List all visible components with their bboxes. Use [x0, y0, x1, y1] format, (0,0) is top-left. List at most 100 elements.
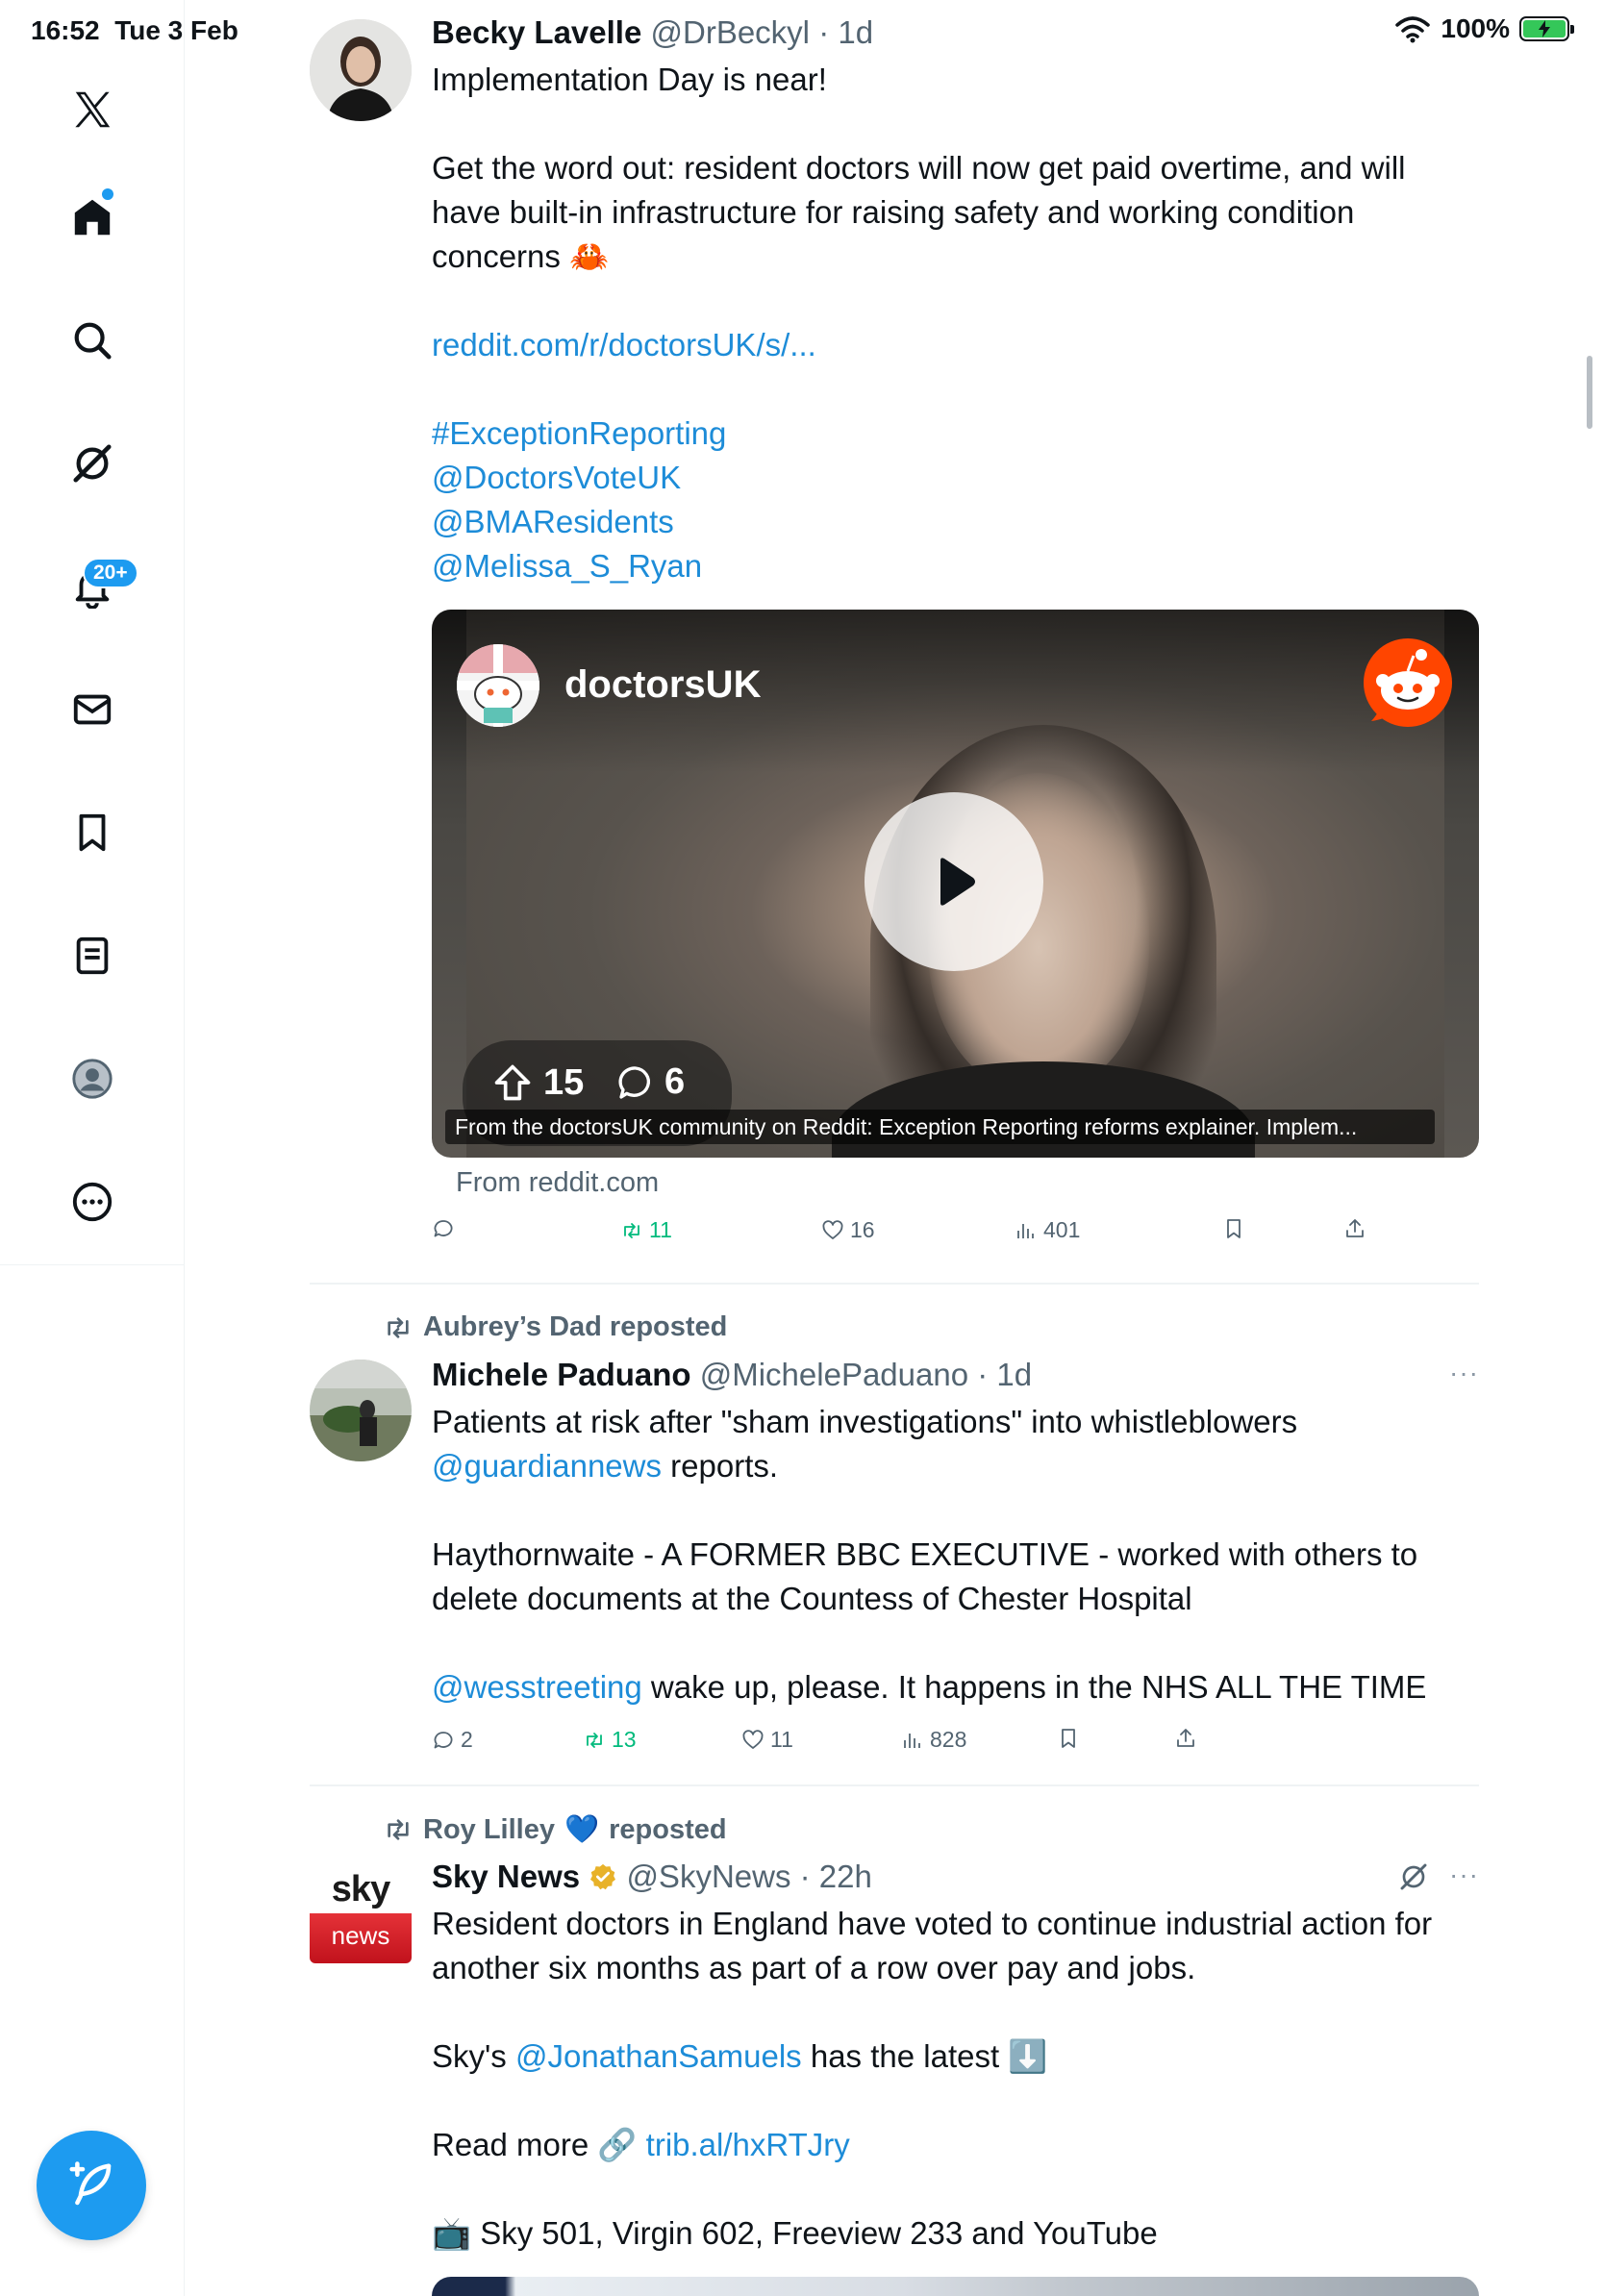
profile-avatar-icon[interactable] — [60, 1046, 125, 1111]
reposted-by-name[interactable]: Roy Lilley — [423, 1814, 555, 1846]
tweet-link[interactable]: trib.al/hxRTJry — [646, 2127, 850, 2162]
reply-button[interactable]: 2 — [432, 1727, 473, 1753]
sky-logo-text: sky — [331, 1869, 390, 1909]
play-icon — [940, 858, 975, 906]
lists-icon[interactable] — [60, 923, 125, 988]
heart-icon — [822, 1219, 843, 1239]
bookmark-button[interactable] — [1057, 1727, 1080, 1750]
bookmark-button[interactable] — [1222, 1217, 1245, 1240]
reply-icon — [434, 1220, 453, 1237]
tweet-text: Patients at risk after "sham investigati… — [432, 1400, 1479, 1710]
grok-icon[interactable] — [60, 431, 125, 496]
repost-count: 11 — [649, 1217, 672, 1242]
tweet-header: Michele Paduano @MichelePaduano · 1d — [432, 1356, 1479, 1394]
compose-feather-icon — [69, 2161, 112, 2206]
tweet-text: Implementation Day is near! Get the word… — [432, 58, 1479, 588]
author-handle[interactable]: @MichelePaduano — [700, 1357, 968, 1392]
mention-link[interactable]: @Melissa_S_Ryan — [432, 544, 1479, 588]
views-button[interactable]: 828 — [901, 1727, 966, 1753]
tweet-text-line: has the latest ⬇️ — [801, 2038, 1048, 2074]
author-name[interactable]: Michele Paduano — [432, 1357, 691, 1392]
comment-count: 6 — [664, 1061, 686, 1102]
repost-button[interactable]: 11 — [620, 1217, 672, 1243]
reposted-by[interactable]: Aubrey’s Dad reposted — [383, 1311, 727, 1343]
tweet-text-line: 📺 Sky 501, Virgin 602, Freeview 233 and … — [432, 2215, 1158, 2251]
subreddit-name: doctorsUK — [564, 663, 762, 706]
reposted-suffix: reposted — [609, 1813, 727, 1845]
compose-post-button[interactable] — [37, 2131, 146, 2240]
author-handle[interactable]: @SkyNews — [626, 1859, 790, 1894]
tweet-text-line: Patients at risk after "sham investigati… — [432, 1404, 1298, 1439]
tweet-media-image[interactable] — [432, 2277, 1479, 2296]
repost-count: 13 — [612, 1727, 637, 1752]
share-button[interactable] — [1174, 1727, 1197, 1750]
reply-button[interactable] — [432, 1217, 461, 1240]
tweet-actions: 2 13 11 828 — [432, 1727, 1479, 1765]
left-sidebar: 20+ — [0, 0, 185, 1265]
author-name[interactable]: Sky News — [432, 1859, 580, 1894]
like-count: 16 — [850, 1217, 875, 1242]
mention-link[interactable]: @wesstreeting — [432, 1669, 642, 1705]
repost-icon — [587, 1732, 602, 1748]
status-bar: 16:52 Tue 3 Feb 100% — [0, 0, 1604, 62]
tweet-text-line: have built-in infrastructure for raising… — [432, 194, 1355, 230]
mention-link[interactable]: @DoctorsVoteUK — [432, 456, 1479, 500]
x-logo-icon[interactable] — [60, 77, 125, 142]
mention-link[interactable]: @JonathanSamuels — [515, 2038, 802, 2074]
reposted-by[interactable]: Roy Lilley 💙 reposted — [383, 1813, 727, 1846]
share-button[interactable] — [1343, 1217, 1366, 1240]
share-icon — [1346, 1219, 1364, 1237]
like-button[interactable]: 11 — [741, 1727, 793, 1753]
more-options-button[interactable]: ··· — [1449, 1358, 1479, 1388]
upvote-count: 15 — [543, 1061, 585, 1103]
repost-icon — [624, 1222, 639, 1238]
tweet-text-line: concerns 🦀 — [432, 238, 610, 274]
status-right: 100% — [1394, 13, 1574, 44]
views-button[interactable]: 401 — [1015, 1217, 1080, 1243]
search-icon[interactable] — [60, 308, 125, 373]
tweet-text-line: wake up, please. It happens in the NHS A… — [641, 1669, 1427, 1705]
play-button[interactable] — [865, 792, 1043, 971]
verified-gold-badge-icon — [590, 1863, 616, 1890]
bookmarks-icon[interactable] — [60, 800, 125, 865]
tweet-text-line: reports. — [661, 1448, 779, 1484]
home-icon[interactable] — [60, 185, 125, 250]
like-count: 11 — [770, 1727, 793, 1752]
messages-icon[interactable] — [60, 677, 125, 742]
mention-link[interactable]: @BMAResidents — [432, 500, 1479, 544]
tweet-link[interactable]: reddit.com/r/doctorsUK/s/... — [432, 323, 1479, 367]
tweet-actions: 11 16 401 — [432, 1217, 1479, 1256]
avatar[interactable] — [310, 1360, 412, 1461]
heart-icon — [742, 1729, 764, 1749]
repost-icon — [388, 1316, 409, 1338]
scroll-indicator[interactable] — [1587, 356, 1592, 429]
hashtag-link[interactable]: #ExceptionReporting — [432, 412, 1479, 456]
mention-link[interactable]: @guardiannews — [432, 1448, 662, 1484]
tweet-time[interactable]: · 1d — [977, 1357, 1032, 1392]
more-options-icon[interactable] — [60, 1169, 125, 1235]
sky-news-logo[interactable]: sky news — [310, 1865, 412, 1967]
views-count: 828 — [930, 1727, 967, 1752]
views-chart-icon — [1017, 1223, 1034, 1238]
card-source[interactable]: From reddit.com — [456, 1167, 659, 1199]
tweet-text-line: Sky's — [432, 2038, 515, 2074]
reposted-by-label[interactable]: Aubrey’s Dad reposted — [423, 1311, 727, 1343]
repost-button[interactable]: 13 — [583, 1727, 637, 1753]
tweet-header: Sky News @SkyNews · 22h — [432, 1858, 1479, 1896]
like-button[interactable]: 16 — [821, 1217, 875, 1243]
share-icon — [1177, 1729, 1194, 1747]
tweet-text: Resident doctors in England have voted t… — [432, 1902, 1479, 2256]
tweet-time[interactable]: · 22h — [800, 1859, 872, 1894]
tweet-divider — [310, 1283, 1479, 1285]
tweet-text-line: Haythornwaite - A FORMER BBC EXECUTIVE -… — [432, 1536, 1418, 1572]
battery-icon — [1519, 16, 1574, 41]
tweet-text-line: Get the word out: resident doctors will … — [432, 150, 1406, 186]
video-caption: From the doctorsUK community on Reddit: … — [445, 1110, 1435, 1144]
grok-explain-icon[interactable] — [1398, 1861, 1429, 1892]
reply-icon — [434, 1731, 453, 1748]
reddit-video-card[interactable]: doctorsUK 15 6 From the doctorsUK commun… — [432, 610, 1479, 1158]
notifications-badge: 20+ — [83, 558, 138, 588]
tweet-text-line: Implementation Day is near! — [432, 62, 827, 97]
views-count: 401 — [1043, 1217, 1081, 1242]
more-options-button[interactable]: ··· — [1449, 1859, 1479, 1890]
